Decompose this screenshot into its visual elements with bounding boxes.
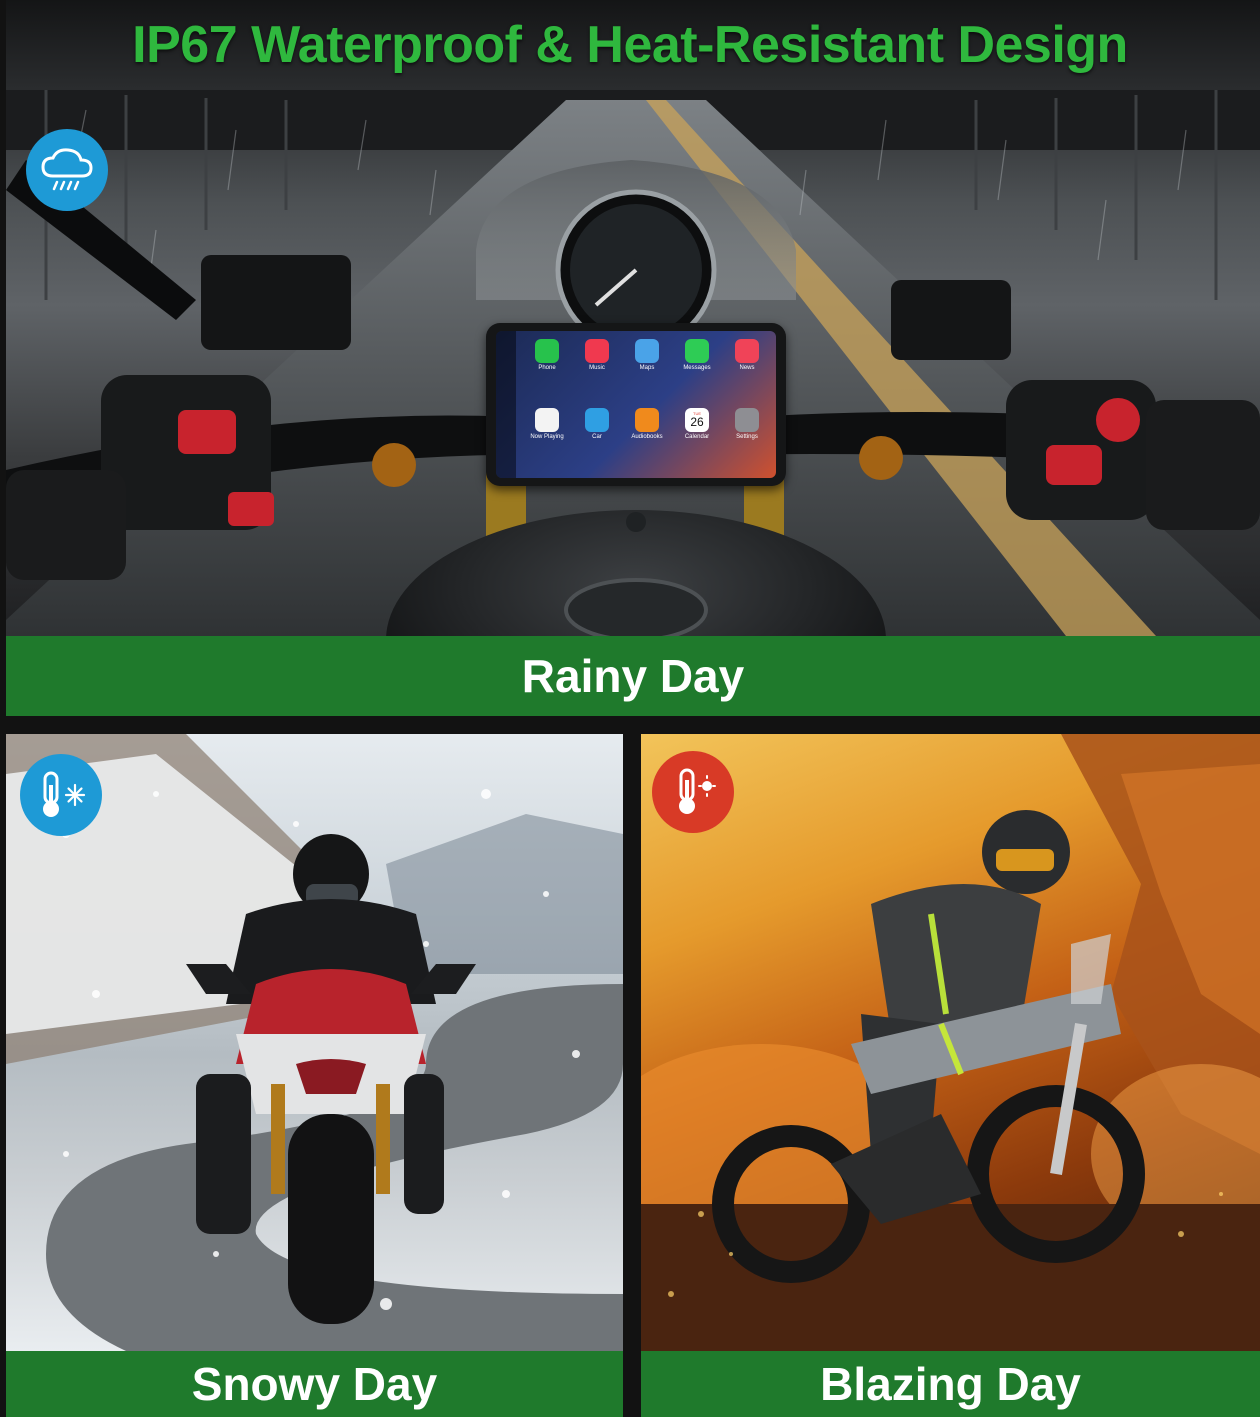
app-label: News (739, 365, 755, 371)
now-playing-icon (535, 407, 559, 432)
maps-icon (635, 339, 659, 363)
audiobooks-icon (635, 407, 659, 432)
music-icon (585, 339, 609, 363)
snowy-day-photo (6, 734, 623, 1351)
mount-bolt (626, 512, 646, 532)
app-messages[interactable]: Messages (674, 339, 720, 404)
app-phone[interactable]: Phone (524, 339, 570, 404)
left-turn-signal (372, 443, 416, 487)
left-grip (6, 470, 126, 580)
left-red-button (228, 492, 274, 526)
carplay-screen: Phone Music Maps Messages News Now Playi… (486, 323, 786, 486)
calendar-icon: TUE 26 (685, 407, 709, 432)
bike-fork-left (271, 1084, 285, 1194)
app-audiobooks[interactable]: Audiobooks (624, 407, 670, 473)
bike-fork-right (376, 1084, 390, 1194)
rider-goggles (996, 849, 1054, 871)
app-label: Audiobooks (631, 433, 663, 440)
app-label: Music (589, 365, 605, 371)
app-label: Calendar (684, 433, 710, 440)
app-now-playing[interactable]: Now Playing (524, 407, 570, 473)
app-settings[interactable]: Settings (724, 407, 770, 473)
caption-rainy-day: Rainy Day (6, 636, 1260, 716)
app-calendar[interactable]: TUE 26 Calendar (674, 407, 720, 473)
snowy-scene (6, 734, 623, 1351)
app-news[interactable]: News (724, 339, 770, 404)
rainy-scene (6, 90, 1260, 636)
caption-blazing-day: Blazing Day (641, 1351, 1260, 1417)
fuel-cap (564, 578, 708, 636)
app-label: Now Playing (530, 433, 564, 440)
calendar-date: 26 (690, 414, 704, 429)
rain-cloud-icon (26, 129, 108, 211)
blazing-scene (641, 734, 1260, 1351)
right-turn-signal (859, 436, 903, 480)
app-grid: Phone Music Maps Messages News Now Playi… (524, 339, 770, 472)
right-reservoir (891, 280, 1011, 360)
right-red-switch (1046, 445, 1102, 485)
app-music[interactable]: Music (574, 339, 620, 404)
blazing-day-photo (641, 734, 1260, 1351)
left-reservoir (201, 255, 351, 350)
app-label: Phone (538, 365, 556, 371)
car-icon (585, 407, 609, 432)
headline: IP67 Waterproof & Heat-Resistant Design (132, 16, 1128, 74)
messages-icon (685, 339, 709, 363)
screen-display: Phone Music Maps Messages News Now Playi… (496, 331, 776, 478)
app-maps[interactable]: Maps (624, 339, 670, 404)
app-label: Settings (736, 433, 758, 440)
rainy-day-photo: Phone Music Maps Messages News Now Playi… (6, 0, 1260, 636)
heat-thermometer-icon (652, 751, 734, 833)
left-red-switch (178, 410, 236, 454)
right-red-knob (1096, 398, 1140, 442)
news-icon (735, 339, 759, 363)
app-label: Messages (683, 365, 711, 371)
bike-front-wheel (288, 1114, 374, 1324)
settings-icon (735, 407, 759, 432)
screen-sidebar (496, 331, 516, 478)
right-grip (1146, 400, 1260, 530)
app-car[interactable]: Car (574, 407, 620, 473)
caption-snowy-day: Snowy Day (6, 1351, 623, 1417)
app-label: Maps (639, 365, 655, 371)
app-label: Car (592, 433, 602, 440)
phone-icon (535, 339, 559, 363)
snow-thermometer-icon (20, 754, 102, 836)
